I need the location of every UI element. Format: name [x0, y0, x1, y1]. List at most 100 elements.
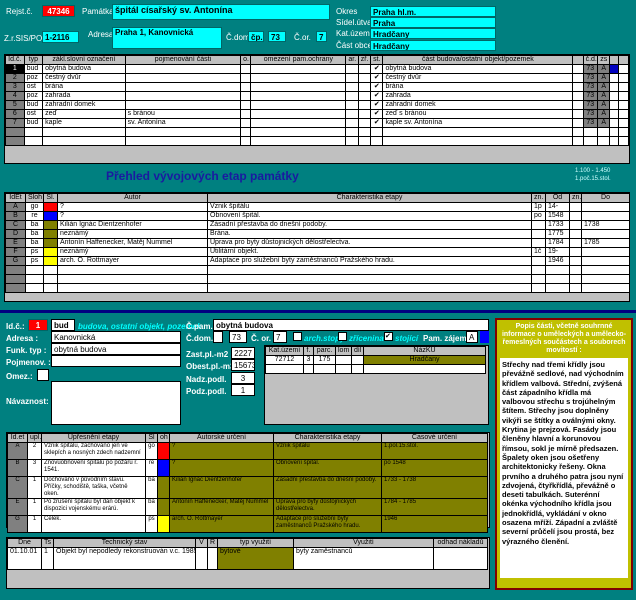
description-text[interactable]: Střechy nad třemi křídly jsou převážně s…: [500, 358, 628, 578]
stoj-checkbox[interactable]: ✔: [384, 332, 393, 341]
adresa-d-field[interactable]: Kanovnická: [51, 331, 181, 343]
objects-row[interactable]: 5 bud zahradní domek ✔ zahradní domek 73 A: [5, 100, 630, 110]
idc-label: Id.č.:: [6, 322, 25, 331]
cast-field[interactable]: Hradčany: [370, 40, 496, 51]
objects-cell: [124, 136, 242, 146]
typ-field[interactable]: bud: [51, 319, 75, 331]
etapy-row[interactable]: Fps neznámý Utilitární objekt. 1č 19-: [5, 247, 630, 257]
etapy-sub2: 1.poč.15.stol.: [575, 176, 611, 182]
objects-cell: 73: [582, 118, 599, 128]
etapy-cell: [25, 274, 44, 284]
stav-row[interactable]: 01.10.01 1 Objekt byl nepodledy rekonstruo…: [7, 547, 488, 570]
etapy-cell: 1784: [545, 238, 570, 248]
objects-cell: [124, 91, 242, 101]
cpam-field[interactable]: obytná budova: [213, 319, 489, 331]
etapy-cell: [531, 265, 546, 275]
cor-field[interactable]: 7: [316, 31, 327, 42]
funk-field[interactable]: obytná budova: [51, 343, 181, 355]
cdom-field[interactable]: 73: [268, 31, 286, 42]
navaznost-field[interactable]: [51, 381, 181, 425]
objects-cell: [357, 136, 372, 146]
sidelni-field[interactable]: Praha: [370, 17, 496, 28]
etapy-cell: ?: [57, 211, 208, 221]
nadz-field[interactable]: 3: [231, 372, 255, 384]
cpam-label: Č.pam.:: [186, 322, 216, 331]
cdom-typ-d[interactable]: [213, 331, 223, 343]
arch-checkbox[interactable]: [293, 332, 302, 341]
objects-cell: [357, 82, 372, 92]
detail-etapy-row[interactable]: B 3 Znovuobnovení špitálu po požáru r. 154…: [7, 459, 488, 477]
pojmenov-field[interactable]: [51, 355, 181, 367]
objects-cell: [357, 100, 372, 110]
podz-field[interactable]: 1: [231, 384, 255, 396]
typ-desc: budova, ostatní objekt, pozemek: [78, 322, 202, 331]
objects-cell: ✔: [370, 64, 384, 74]
adresa-field[interactable]: Praha 1, Kanovnická: [112, 27, 222, 49]
cdom-typ-field[interactable]: čp.: [248, 31, 264, 42]
omez-field[interactable]: [37, 369, 49, 381]
parcel-col-header: Kat.území: [265, 346, 304, 356]
etapy-row[interactable]: Ago? Vznik špitálu 1p 14-: [5, 202, 630, 212]
etapy-cell: [545, 283, 570, 293]
objects-row[interactable]: [5, 136, 630, 146]
zric-checkbox[interactable]: [338, 332, 347, 341]
etapy-cell: Antonín Haffenecker, Matěj Nummel: [57, 238, 208, 248]
etapy-row[interactable]: Dba neznámý Brána. 1775: [5, 229, 630, 239]
etapy-row[interactable]: Eba Antonín Haffenecker, Matěj Nummel Úpra…: [5, 238, 630, 248]
etapy-cell: [581, 202, 630, 212]
obest-field[interactable]: 15673: [231, 359, 255, 371]
etapy-cell: Obnovení špitál.: [207, 211, 532, 221]
zr-field[interactable]: 1-2116: [42, 31, 79, 43]
etapy-row[interactable]: Gps arch. O. Rottmayer Adaptace pro služeb…: [5, 256, 630, 266]
objects-col-header: st.: [370, 55, 384, 65]
rejst-field[interactable]: 47346: [42, 5, 75, 17]
pamatka-field[interactable]: špitál císařský sv. Antonína: [112, 4, 330, 20]
objects-cell: [617, 127, 630, 137]
detail-etapy-cell: arch. O. Rottmayer: [169, 515, 274, 533]
detail-etapy-swatch: [157, 515, 170, 533]
objects-row[interactable]: 1 bud obytná budova ✔ obytná budova 73 A: [5, 64, 630, 74]
etapy-row[interactable]: [5, 274, 630, 284]
objects-row[interactable]: 6 ost zeď s bránou ✔ zeď s bránou 73 A: [5, 109, 630, 119]
objects-cell: bud: [23, 118, 44, 128]
etapy-row[interactable]: [5, 265, 630, 275]
podz-label: Podz.podl.: [186, 387, 227, 396]
pamzaj-field[interactable]: A: [466, 331, 478, 343]
etapy-color-swatch: [43, 202, 58, 212]
katuz-field[interactable]: Hradčany: [370, 28, 496, 39]
etapy-row[interactable]: [5, 283, 630, 293]
objects-cell: zahradní domek: [42, 100, 126, 110]
etapy-row[interactable]: Bre? Obnovení špitál. po 1548: [5, 211, 630, 221]
detail-etapy-row[interactable]: A 2 Vznik špitálu, zachováno jen ve sklepí…: [7, 442, 488, 460]
objects-cell: zahrada: [382, 91, 574, 101]
objects-cell: [345, 91, 359, 101]
detail-etapy-cell: ba: [145, 476, 158, 499]
objects-row[interactable]: 4 poz zahrada ✔ zahrada 73 A: [5, 91, 630, 101]
objects-cell: [572, 109, 584, 119]
etapy-row[interactable]: Cba Kilián Ignác Dientzenhofer Zásadní pře…: [5, 220, 630, 230]
detail-etapy-row[interactable]: G 1 Celek. ps arch. O. Rottmayer Adaptace pro…: [7, 515, 488, 533]
objects-cell: [572, 100, 584, 110]
parcel-row[interactable]: 72712 3 175 Hradčany: [265, 355, 486, 365]
zast-field[interactable]: 2227: [231, 347, 255, 359]
detail-etapy-row[interactable]: C 1 Dochováno v původním stavu. Příčky, sc…: [7, 476, 488, 499]
detail-etapy-col-header: Charakteristika etapy: [273, 433, 382, 443]
objects-cell: [617, 109, 630, 119]
objects-cell: 73: [582, 73, 599, 83]
idc-field[interactable]: 1: [28, 319, 48, 331]
objects-row[interactable]: 3 ost brána ✔ brána 73 A: [5, 82, 630, 92]
okres-label: Okres: [336, 7, 358, 16]
okres-field[interactable]: Praha hl.m.: [370, 6, 496, 17]
cdom-d-field[interactable]: 73: [229, 331, 247, 343]
objects-row[interactable]: [5, 127, 630, 137]
objects-row[interactable]: 2 poz čestný dvůr ✔ čestný dvůr 73 A: [5, 73, 630, 83]
detail-etapy-row[interactable]: E 1 Po zrušení špitálu byl dán objekt k di…: [7, 498, 488, 516]
stoj-label: stojící: [395, 334, 419, 343]
objects-cell: [240, 64, 252, 74]
etapy-cell: [531, 238, 546, 248]
detail-etapy-cell: 1: [27, 515, 42, 533]
objects-row[interactable]: 7 bud kaple sv. Antonína ✔ kaple sv. Antonína…: [5, 118, 630, 128]
detail-etapy-cell: 1733 - 1738: [381, 476, 488, 499]
objects-cell: [572, 127, 584, 137]
cor-d-field[interactable]: 7: [273, 331, 287, 343]
